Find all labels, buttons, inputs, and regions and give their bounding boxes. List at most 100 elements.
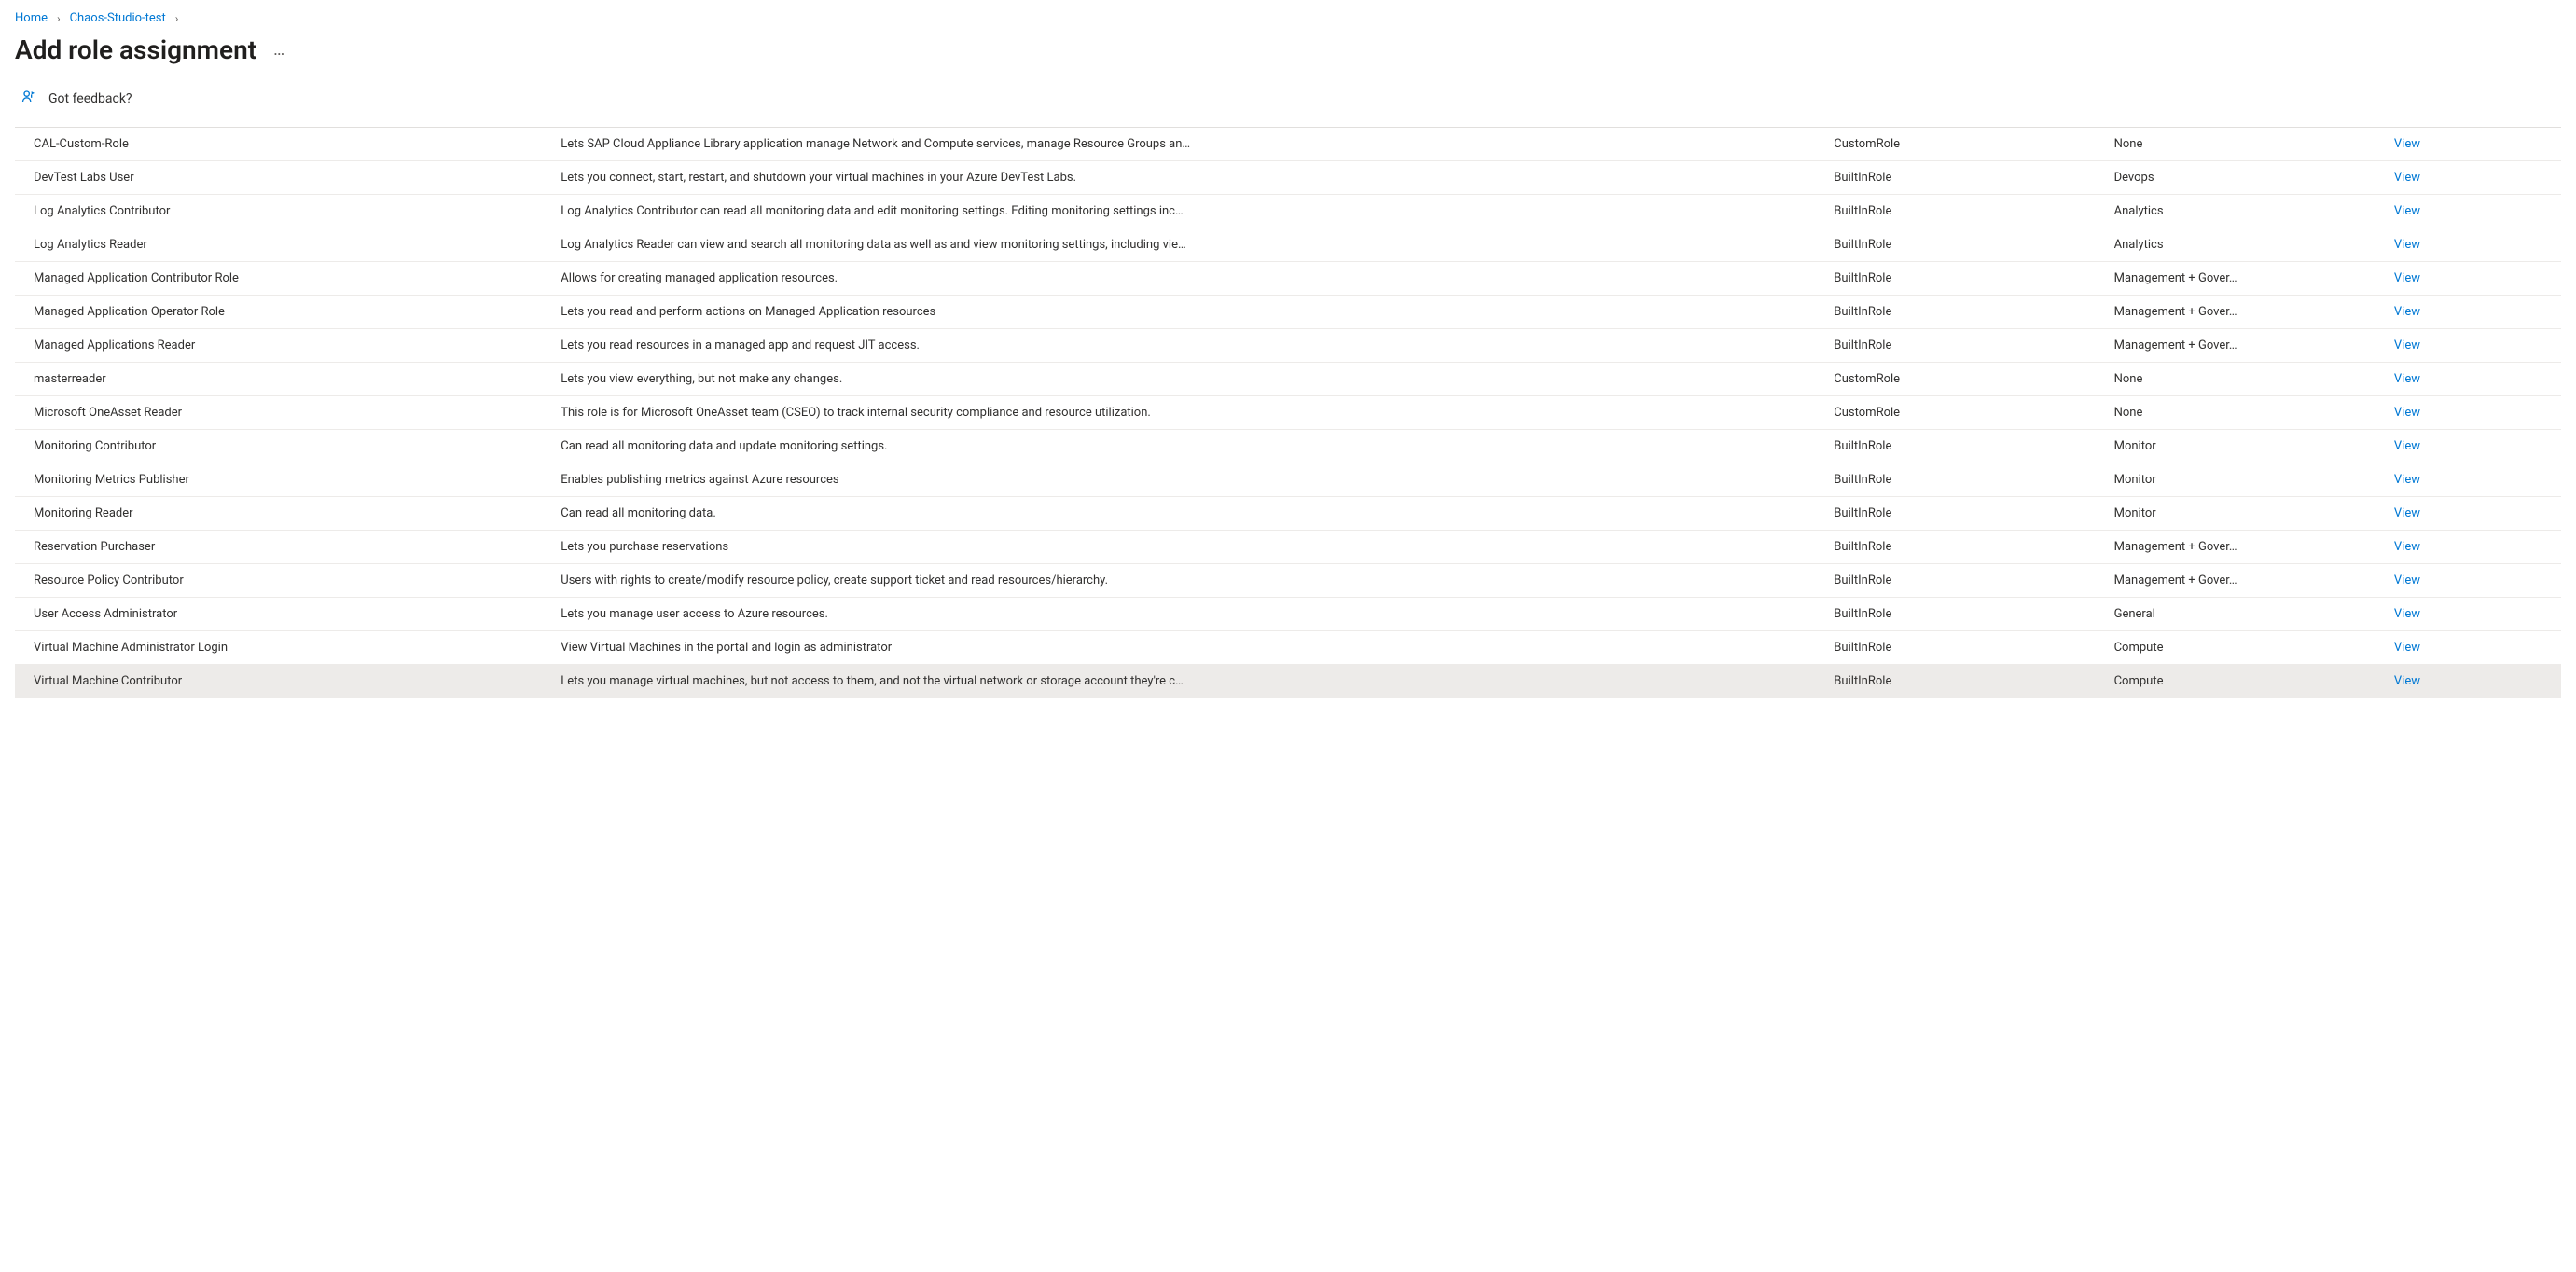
role-category: Management + Gover…	[2114, 574, 2372, 588]
view-link[interactable]: View	[2394, 339, 2420, 353]
role-description: View Virtual Machines in the portal and …	[561, 641, 1811, 655]
role-type: BuiltInRole	[1822, 195, 2102, 228]
table-row[interactable]: Resource Policy Contributor Users with ri…	[15, 564, 2561, 598]
role-description: Enables publishing metrics against Azure…	[561, 473, 1811, 487]
role-category: None	[2114, 137, 2372, 151]
view-link[interactable]: View	[2394, 204, 2420, 218]
role-category: Management + Gover…	[2114, 339, 2372, 353]
view-link[interactable]: View	[2394, 171, 2420, 185]
breadcrumb-second[interactable]: Chaos-Studio-test	[70, 11, 166, 25]
view-link[interactable]: View	[2394, 271, 2420, 285]
table-row[interactable]: Virtual Machine ContributorLets you mana…	[15, 665, 2561, 698]
table-row[interactable]: Managed Application Operator Role Lets yo…	[15, 296, 2561, 329]
feedback-label: Got feedback?	[48, 91, 132, 106]
roles-table: CAL-Custom-Role Lets SAP Cloud Appliance …	[15, 128, 2561, 698]
role-category: Monitor	[2114, 506, 2372, 520]
role-name: User Access Administrator	[34, 607, 538, 621]
table-row[interactable]: DevTest Labs User Lets you connect, start…	[15, 161, 2561, 195]
view-link[interactable]: View	[2394, 372, 2420, 386]
role-description: Can read all monitoring data.	[561, 506, 1811, 520]
view-link[interactable]: View	[2394, 305, 2420, 319]
table-row[interactable]: Virtual Machine Administrator LoginView …	[15, 631, 2561, 665]
table-row[interactable]: Monitoring Metrics PublisherEnables publ…	[15, 463, 2561, 497]
view-link[interactable]: View	[2394, 406, 2420, 420]
role-name: Monitoring Contributor	[34, 439, 538, 453]
role-name: Managed Application Operator Role	[34, 305, 538, 319]
role-type: BuiltInRole	[1822, 228, 2102, 262]
feedback-link[interactable]: Got feedback?	[15, 86, 2561, 123]
role-category: Analytics	[2114, 238, 2372, 252]
view-link[interactable]: View	[2394, 473, 2420, 487]
role-type: BuiltInRole	[1822, 564, 2102, 598]
page-title: Add role assignment	[15, 35, 256, 65]
view-link[interactable]: View	[2394, 137, 2420, 151]
role-category: Monitor	[2114, 473, 2372, 487]
role-type: BuiltInRole	[1822, 665, 2102, 698]
role-description: Lets you read resources in a managed app…	[561, 339, 1811, 353]
view-link[interactable]: View	[2394, 439, 2420, 453]
role-type: BuiltInRole	[1822, 430, 2102, 463]
role-name: DevTest Labs User	[34, 171, 538, 185]
role-description: Users with rights to create/modify resou…	[561, 574, 1811, 588]
table-row[interactable]: Microsoft OneAsset Reader This role is fo…	[15, 396, 2561, 430]
role-name: Log Analytics Contributor	[34, 204, 538, 218]
role-name: CAL-Custom-Role	[34, 137, 538, 151]
role-description: Log Analytics Reader can view and search…	[561, 238, 1811, 252]
view-link[interactable]: View	[2394, 238, 2420, 252]
role-name: masterreader	[34, 372, 538, 386]
role-type: CustomRole	[1822, 363, 2102, 396]
table-row[interactable]: masterreader Lets you view everything, bu…	[15, 363, 2561, 396]
role-type: BuiltInRole	[1822, 531, 2102, 564]
view-link[interactable]: View	[2394, 641, 2420, 655]
role-category: Monitor	[2114, 439, 2372, 453]
role-name: Managed Application Contributor Role	[34, 271, 538, 285]
role-description: Lets SAP Cloud Appliance Library applica…	[561, 137, 1811, 151]
view-link[interactable]: View	[2394, 607, 2420, 621]
role-category: General	[2114, 607, 2372, 621]
table-row[interactable]: Monitoring Contributor Can read all monit…	[15, 430, 2561, 463]
role-category: Compute	[2114, 641, 2372, 655]
feedback-icon	[21, 88, 39, 110]
table-row[interactable]: Reservation Purchaser Lets you purchase r…	[15, 531, 2561, 564]
role-name: Reservation Purchaser	[34, 540, 538, 554]
view-link[interactable]: View	[2394, 674, 2420, 688]
role-description: This role is for Microsoft OneAsset team…	[561, 406, 1811, 420]
role-name: Resource Policy Contributor	[34, 574, 538, 588]
view-link[interactable]: View	[2394, 540, 2420, 554]
table-row[interactable]: Managed Application Contributor Role Allo…	[15, 262, 2561, 296]
role-name: Managed Applications Reader	[34, 339, 538, 353]
role-description: Lets you connect, start, restart, and sh…	[561, 171, 1811, 185]
table-row[interactable]: Log Analytics Contributor Log Analytics C…	[15, 195, 2561, 228]
role-category: Devops	[2114, 171, 2372, 185]
role-category: None	[2114, 406, 2372, 420]
role-name: Microsoft OneAsset Reader	[34, 406, 538, 420]
role-description: Lets you view everything, but not make a…	[561, 372, 1811, 386]
role-type: BuiltInRole	[1822, 296, 2102, 329]
role-description: Lets you read and perform actions on Man…	[561, 305, 1811, 319]
role-description: Can read all monitoring data and update …	[561, 439, 1811, 453]
more-actions-button[interactable]: …	[273, 40, 286, 60]
table-row[interactable]: Log Analytics ReaderLog Analytics Reader…	[15, 228, 2561, 262]
role-type: BuiltInRole	[1822, 262, 2102, 296]
role-category: Management + Gover…	[2114, 540, 2372, 554]
role-description: Allows for creating managed application …	[561, 271, 1811, 285]
role-type: BuiltInRole	[1822, 329, 2102, 363]
breadcrumb-home[interactable]: Home	[15, 11, 48, 25]
view-link[interactable]: View	[2394, 506, 2420, 520]
table-row[interactable]: Managed Applications Reader Lets you read…	[15, 329, 2561, 363]
role-description: Lets you purchase reservations	[561, 540, 1811, 554]
table-row[interactable]: CAL-Custom-Role Lets SAP Cloud Appliance …	[15, 128, 2561, 161]
view-link[interactable]: View	[2394, 574, 2420, 588]
role-type: BuiltInRole	[1822, 463, 2102, 497]
role-type: BuiltInRole	[1822, 598, 2102, 631]
chevron-right-icon: ›	[175, 12, 179, 25]
role-description: Lets you manage virtual machines, but no…	[561, 674, 1811, 688]
title-row: Add role assignment …	[15, 33, 2561, 86]
table-row[interactable]: User Access AdministratorLets you manage…	[15, 598, 2561, 631]
role-type: CustomRole	[1822, 128, 2102, 161]
role-type: CustomRole	[1822, 396, 2102, 430]
table-row[interactable]: Monitoring Reader Can read all monitoring…	[15, 497, 2561, 531]
chevron-right-icon: ›	[57, 12, 61, 25]
role-description: Log Analytics Contributor can read all m…	[561, 204, 1811, 218]
role-name: Monitoring Reader	[34, 506, 538, 520]
